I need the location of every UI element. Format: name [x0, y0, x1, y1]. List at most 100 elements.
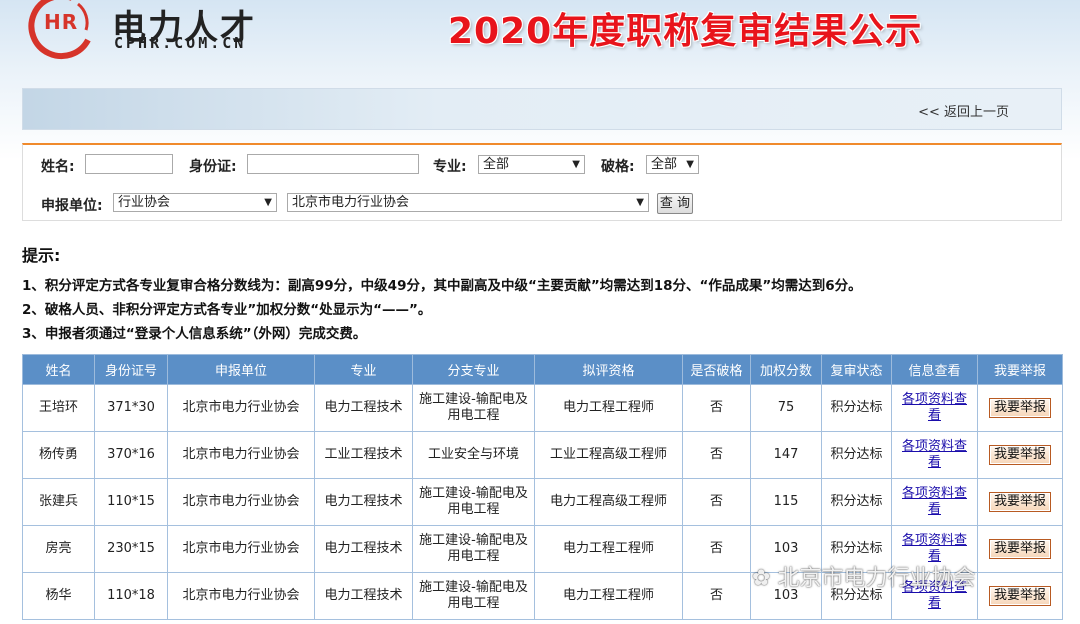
name-label: 姓名: [41, 159, 75, 175]
logo-domain: CPHR.COM.CN [114, 34, 247, 52]
id-input[interactable] [247, 154, 419, 174]
report-button[interactable]: 我要举报 [988, 398, 1051, 418]
col-header: 复审状态 [821, 354, 892, 385]
col-header: 加权分数 [750, 354, 822, 385]
col-header: 分支专业 [412, 354, 535, 385]
unit-type-select-value: 行业协会 [118, 195, 171, 210]
table-cell: 我要举报 [977, 384, 1063, 432]
table-cell: 工业工程高级工程师 [534, 431, 683, 479]
table-cell: 积分达标 [821, 478, 892, 526]
table-cell: 110*15 [94, 478, 168, 526]
back-link[interactable]: << 返回上一页 [918, 101, 1009, 120]
major-select[interactable]: 全部 ▼ [478, 155, 585, 174]
tip-line-3: 3、申报者须通过“登录个人信息系统”（外网）完成交费。 [22, 326, 367, 342]
table-cell: 电力工程技术 [314, 572, 413, 620]
table-cell: 施工建设-输配电及用电工程 [412, 384, 535, 432]
table-cell: 我要举报 [977, 525, 1063, 573]
table-cell: 北京市电力行业协会 [167, 478, 315, 526]
tips-title: 提示: [22, 246, 61, 265]
table-cell: 积分达标 [821, 431, 892, 479]
table-cell: 我要举报 [977, 478, 1063, 526]
col-header: 申报单位 [167, 354, 315, 385]
table-header-row: 姓名 身份证号 申报单位 专业 分支专业 拟评资格 是否破格 加权分数 复审状态… [22, 354, 1063, 385]
table-cell: 否 [682, 572, 751, 620]
dropdown-arrow-icon: ▼ [264, 197, 272, 208]
table-cell: 北京市电力行业协会 [167, 431, 315, 479]
table-cell: 施工建设-输配电及用电工程 [412, 525, 535, 573]
col-header: 我要举报 [977, 354, 1063, 385]
table-cell: 电力工程工程师 [534, 572, 683, 620]
site-header: HR 电力人才 CPHR.COM.CN 2020年度职称复审结果公示 [0, 0, 1080, 70]
banner-title: 2020年度职称复审结果公示 [448, 11, 923, 52]
table-cell: 北京市电力行业协会 [167, 572, 315, 620]
wechat-icon: ✿ [752, 566, 771, 591]
name-input[interactable] [85, 154, 173, 174]
table-cell: 否 [682, 525, 751, 573]
table-cell: 施工建设-输配电及用电工程 [412, 572, 535, 620]
unit-label: 申报单位: [41, 198, 103, 214]
table-cell: 我要举报 [977, 572, 1063, 620]
exception-label: 破格: [601, 159, 635, 175]
col-header: 姓名 [22, 354, 95, 385]
report-button[interactable]: 我要举报 [988, 445, 1051, 465]
table-cell: 各项资料查看 [891, 478, 978, 526]
table-cell: 王培环 [22, 384, 95, 432]
table-cell: 电力工程技术 [314, 525, 413, 573]
dropdown-arrow-icon: ▼ [572, 159, 580, 170]
dropdown-arrow-icon: ▼ [686, 159, 694, 170]
id-label: 身份证: [189, 159, 237, 175]
dropdown-arrow-icon: ▼ [636, 197, 644, 208]
col-header: 身份证号 [94, 354, 168, 385]
table-cell: 115 [750, 478, 822, 526]
table-cell: 张建兵 [22, 478, 95, 526]
view-details-link[interactable]: 各项资料查看 [902, 392, 967, 423]
report-button[interactable]: 我要举报 [988, 586, 1051, 606]
table-cell: 147 [750, 431, 822, 479]
view-details-link[interactable]: 各项资料查看 [902, 486, 967, 517]
report-button[interactable]: 我要举报 [988, 492, 1051, 512]
nav-bar: << 返回上一页 [22, 88, 1062, 130]
site-logo[interactable]: HR 电力人才 CPHR.COM.CN [22, 0, 282, 62]
table-cell: 75 [750, 384, 822, 432]
table-cell: 电力工程技术 [314, 478, 413, 526]
unit-select[interactable]: 北京市电力行业协会 ▼ [287, 193, 649, 212]
table-cell: 杨传勇 [22, 431, 95, 479]
unit-type-select[interactable]: 行业协会 ▼ [113, 193, 277, 212]
col-header: 拟评资格 [534, 354, 683, 385]
tip-line-1: 1、积分评定方式各专业复审合格分数线为：副高99分，中级49分，其中副高及中级“… [22, 278, 862, 294]
exception-select[interactable]: 全部 ▼ [646, 155, 699, 174]
major-label: 专业: [433, 159, 467, 175]
table-cell: 370*16 [94, 431, 168, 479]
table-cell: 电力工程技术 [314, 384, 413, 432]
watermark-text: 北京市电力行业协会 [777, 566, 976, 591]
query-button[interactable]: 查 询 [657, 193, 693, 214]
table-cell: 工业安全与环境 [412, 431, 535, 479]
table-cell: 工业工程技术 [314, 431, 413, 479]
search-form: 姓名: 身份证: 专业: 全部 ▼ 破格: 全部 ▼ 申报单位: 行业协会 ▼ … [22, 143, 1062, 221]
col-header: 信息查看 [891, 354, 978, 385]
tips-section: 提示: 1、积分评定方式各专业复审合格分数线为：副高99分，中级49分，其中副高… [22, 242, 1062, 346]
table-cell: 371*30 [94, 384, 168, 432]
report-button[interactable]: 我要举报 [988, 539, 1051, 559]
table-row: 王培环 371*30 北京市电力行业协会 电力工程技术 施工建设-输配电及用电工程 电力工… [22, 384, 1063, 432]
table-cell: 否 [682, 478, 751, 526]
wechat-watermark: ✿ 北京市电力行业协会 [752, 560, 975, 592]
col-header: 是否破格 [682, 354, 751, 385]
major-select-value: 全部 [483, 157, 510, 172]
table-cell: 电力工程工程师 [534, 525, 683, 573]
table-cell: 北京市电力行业协会 [167, 384, 315, 432]
table-cell: 施工建设-输配电及用电工程 [412, 478, 535, 526]
table-cell: 各项资料查看 [891, 431, 978, 479]
logo-badge-text: HR [44, 10, 79, 34]
table-cell: 电力工程高级工程师 [534, 478, 683, 526]
view-details-link[interactable]: 各项资料查看 [902, 439, 967, 470]
table-row: 杨传勇 370*16 北京市电力行业协会 工业工程技术 工业安全与环境 工业工程高级工程师… [22, 431, 1063, 479]
table-cell: 否 [682, 431, 751, 479]
unit-select-value: 北京市电力行业协会 [292, 195, 410, 210]
table-cell: 我要举报 [977, 431, 1063, 479]
tip-line-2: 2、破格人员、非积分评定方式各专业”加权分数“处显示为“——”。 [22, 302, 432, 318]
table-cell: 积分达标 [821, 384, 892, 432]
table-cell: 杨华 [22, 572, 95, 620]
table-cell: 230*15 [94, 525, 168, 573]
table-cell: 北京市电力行业协会 [167, 525, 315, 573]
